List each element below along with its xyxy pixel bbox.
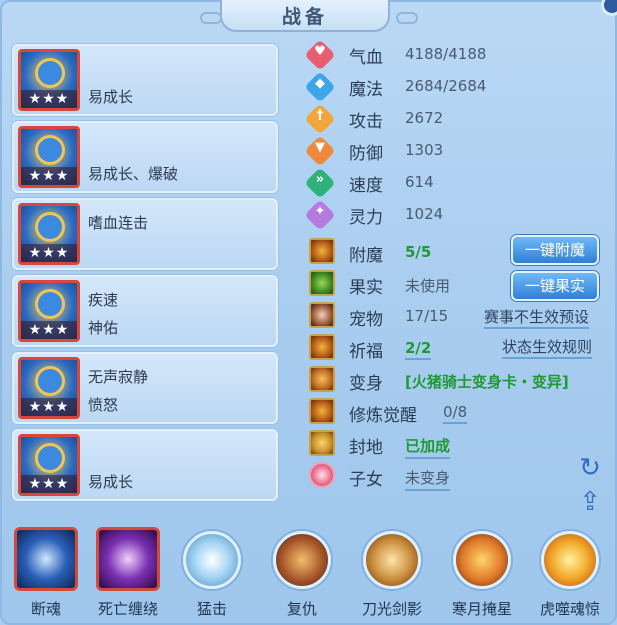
equipment-icon: ★★★ bbox=[18, 126, 80, 188]
star-rating: ★★★ bbox=[21, 475, 77, 493]
equipment-card[interactable]: ★★★ 易成长 bbox=[12, 44, 278, 116]
card-line1: 嗜血连击 bbox=[88, 214, 149, 232]
close-knob-icon[interactable] bbox=[601, 0, 617, 16]
equipment-card[interactable]: ★★★ 无声寂静 愤怒 bbox=[12, 352, 278, 424]
enchant-icon bbox=[309, 238, 335, 264]
star-rating: ★★★ bbox=[21, 244, 77, 262]
one-click-fruit-button[interactable]: 一键果实 bbox=[511, 271, 599, 301]
star-rating: ★★★ bbox=[21, 398, 77, 416]
star-rating: ★★★ bbox=[21, 167, 77, 185]
skill-slot[interactable]: 断魂 bbox=[10, 527, 82, 623]
card-line1: 疾速 bbox=[88, 291, 119, 309]
equipment-card[interactable]: ★★★ 易成长 bbox=[12, 429, 278, 501]
equipment-icon: ★★★ bbox=[18, 203, 80, 265]
one-click-enchant-button[interactable]: 一键附魔 bbox=[511, 235, 599, 265]
refresh-icon[interactable]: ↻ bbox=[575, 454, 605, 482]
transform-icon bbox=[309, 366, 335, 392]
title-right-ornament-icon bbox=[396, 12, 418, 24]
skill-slot[interactable]: 寒月掩星 bbox=[446, 527, 518, 623]
skill-revenge-icon bbox=[273, 531, 331, 589]
blessing-rules-link[interactable]: 状态生效规则 bbox=[502, 336, 593, 359]
skill-tiger-icon bbox=[541, 531, 599, 589]
card-line2: 神佑 bbox=[88, 319, 119, 337]
skill-slot[interactable]: 刀光剑影 bbox=[356, 527, 428, 623]
card-line2: 易成长 bbox=[88, 473, 134, 491]
card-line2: 易成长 bbox=[88, 88, 134, 106]
skill-moon-icon bbox=[453, 531, 511, 589]
skill-fist-icon bbox=[183, 531, 241, 589]
skill-slot[interactable]: 死亡缠绕 bbox=[92, 527, 164, 623]
pet-icon bbox=[309, 302, 335, 328]
skill-slot[interactable]: 猛击 bbox=[176, 527, 248, 623]
equipment-icon: ★★★ bbox=[18, 49, 80, 111]
pet-preset-link[interactable]: 赛事不生效预设 bbox=[484, 306, 590, 329]
equipment-icon: ★★★ bbox=[18, 434, 80, 496]
equipment-icon: ★★★ bbox=[18, 357, 80, 419]
skill-death-coil-icon bbox=[96, 527, 160, 591]
title-left-ornament-icon bbox=[200, 12, 222, 24]
title-tab: 战备 bbox=[220, 0, 390, 32]
skill-duanhun-icon bbox=[14, 527, 78, 591]
skill-blade-icon bbox=[363, 531, 421, 589]
equipment-card[interactable]: ★★★ 易成长、爆破 bbox=[12, 121, 278, 193]
card-line2: 易成长、爆破 bbox=[88, 165, 179, 183]
skill-slot[interactable]: 虎噬魂惊 bbox=[534, 527, 606, 623]
child-icon bbox=[309, 462, 335, 488]
skill-slot[interactable]: 复仇 bbox=[266, 527, 338, 623]
equipment-card[interactable]: ★★★ 疾速 神佑 bbox=[12, 275, 278, 347]
cultivation-icon bbox=[309, 398, 335, 424]
card-line2: 愤怒 bbox=[88, 396, 119, 414]
blessing-icon bbox=[309, 334, 335, 360]
star-rating: ★★★ bbox=[21, 90, 77, 108]
fruit-icon bbox=[309, 270, 335, 296]
fief-icon bbox=[309, 430, 335, 456]
card-line1: 无声寂静 bbox=[88, 368, 149, 386]
page-title: 战备 bbox=[281, 6, 328, 28]
star-rating: ★★★ bbox=[21, 321, 77, 339]
equipment-card[interactable]: ★★★ 嗜血连击 bbox=[12, 198, 278, 270]
equipment-icon: ★★★ bbox=[18, 280, 80, 342]
share-icon[interactable]: ⇪ bbox=[575, 488, 605, 516]
battle-prep-panel: 战备 ★★★ 易成长 ★★★ 易成长、爆破 ★★★ 嗜血连击 ★★★ 疾速 神佑… bbox=[0, 0, 617, 625]
